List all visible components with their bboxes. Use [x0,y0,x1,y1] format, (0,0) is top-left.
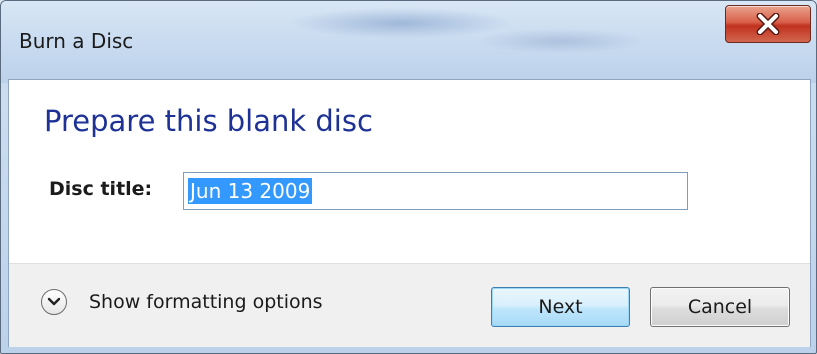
dialog-footer: Show formatting options Next Cancel [9,263,810,347]
page-heading: Prepare this blank disc [44,104,373,138]
title-bar[interactable]: Burn a Disc [1,1,816,83]
close-icon [756,13,780,35]
dialog-content: Prepare this blank disc Disc title: Jun … [8,79,811,347]
disc-title-value: Jun 13 2009 [188,178,313,204]
close-button[interactable] [725,5,811,43]
chevron-down-icon[interactable] [41,289,67,315]
disc-title-input[interactable]: Jun 13 2009 [183,172,688,210]
show-formatting-options-toggle[interactable]: Show formatting options [41,289,323,315]
next-button[interactable]: Next [491,287,630,327]
disc-title-label: Disc title: [49,178,153,200]
burn-disc-dialog: Burn a Disc Prepare this blank disc Disc… [0,0,817,354]
window-title: Burn a Disc [19,29,134,53]
show-formatting-options-label[interactable]: Show formatting options [89,291,323,313]
cancel-button[interactable]: Cancel [650,287,790,327]
